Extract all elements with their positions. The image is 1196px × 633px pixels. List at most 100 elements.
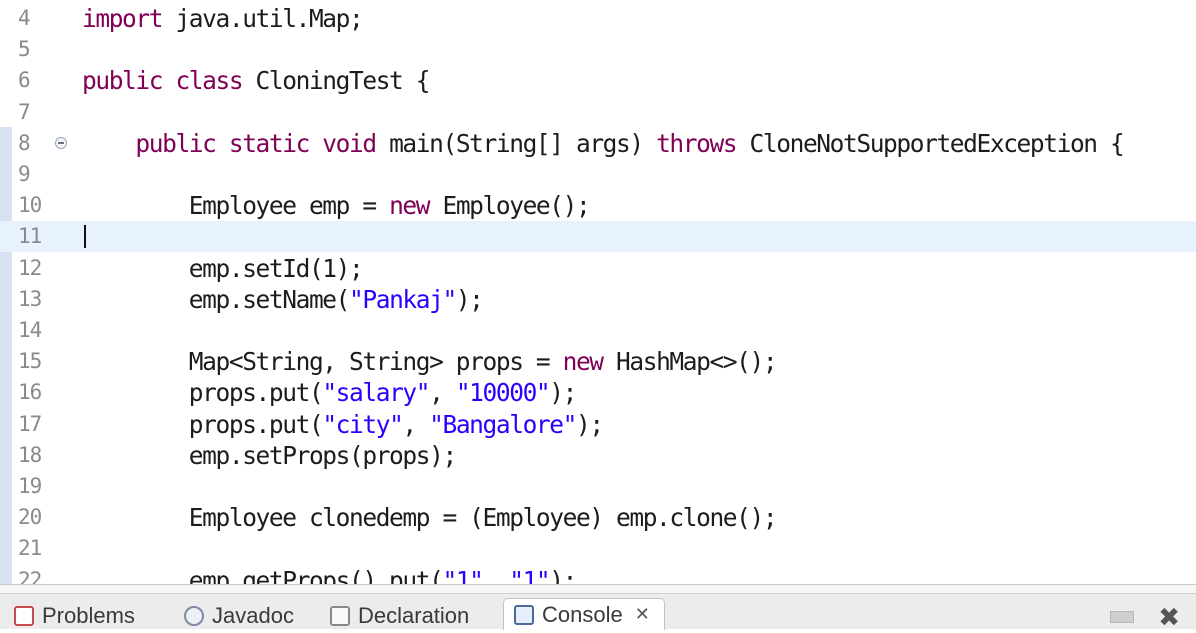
code-token: Employee emp = bbox=[82, 191, 390, 221]
code-line[interactable]: 17 props.put("city", "Bangalore"); bbox=[0, 409, 1196, 440]
code-text: public static void main(String[] args) t… bbox=[82, 128, 1125, 159]
code-token: emp.setId(1); bbox=[82, 253, 364, 283]
string-token: "salary" bbox=[322, 378, 430, 408]
code-token: CloneNotSupportedException { bbox=[736, 128, 1125, 158]
console-icon bbox=[514, 604, 534, 625]
line-number: 10 bbox=[18, 193, 42, 218]
code-token: Map<String, String> props = bbox=[82, 347, 563, 377]
code-token: ); bbox=[549, 565, 577, 584]
keyword-token: throws bbox=[656, 128, 738, 158]
string-token: "Bangalore" bbox=[429, 409, 577, 439]
line-number: 8 bbox=[18, 130, 31, 155]
line-number: 4 bbox=[18, 6, 31, 30]
tab-label: Console bbox=[542, 601, 623, 627]
close-icon[interactable]: ✕ bbox=[635, 604, 650, 625]
code-token: HashMap<>(); bbox=[602, 347, 778, 377]
keyword-token: public class bbox=[82, 66, 244, 96]
code-token: emp.getProps().put( bbox=[82, 565, 444, 584]
code-token: , bbox=[402, 409, 430, 439]
code-text: props.put("salary", "10000"); bbox=[82, 377, 578, 408]
code-token: main(String[] args) bbox=[375, 128, 657, 158]
panel-sash[interactable] bbox=[0, 585, 1196, 594]
line-number: 18 bbox=[18, 442, 42, 467]
code-line[interactable]: 4 import java.util.Map; bbox=[0, 3, 1196, 34]
line-number: 22 bbox=[18, 567, 42, 584]
problems-icon bbox=[14, 605, 34, 626]
code-line[interactable]: 16 props.put("salary", "10000"); bbox=[0, 377, 1196, 408]
code-text: Map<String, String> props = new HashMap<… bbox=[82, 346, 778, 377]
string-token: "city" bbox=[322, 409, 404, 439]
code-text: import java.util.Map; bbox=[82, 3, 364, 34]
code-text: Employee clonedemp = (Employee) emp.clon… bbox=[82, 502, 778, 533]
line-number: 21 bbox=[18, 536, 42, 561]
line-number: 19 bbox=[18, 474, 42, 498]
code-token: props.put( bbox=[82, 409, 324, 439]
line-number: 5 bbox=[18, 37, 31, 62]
line-number: 20 bbox=[18, 505, 42, 530]
code-token: , bbox=[482, 565, 510, 584]
keyword-token: import bbox=[82, 4, 164, 33]
tab-console[interactable]: Console ✕ bbox=[503, 598, 665, 630]
string-token: "1" bbox=[442, 565, 483, 584]
javadoc-icon bbox=[184, 605, 204, 626]
tab-label: Javadoc bbox=[212, 602, 294, 628]
code-line[interactable]: 7 bbox=[0, 97, 1196, 128]
code-line[interactable]: 15 Map<String, String> props = new HashM… bbox=[0, 346, 1196, 377]
line-number: 13 bbox=[18, 286, 42, 311]
keyword-token: new bbox=[562, 347, 604, 377]
code-line[interactable]: 14 bbox=[0, 315, 1196, 346]
code-line[interactable]: 5 bbox=[0, 34, 1196, 65]
string-token: "1" bbox=[509, 565, 550, 584]
code-text: emp.getProps().put("1", "1"); bbox=[82, 565, 578, 584]
line-number: 11 bbox=[18, 224, 42, 249]
code-token: props.put( bbox=[82, 378, 324, 408]
code-token: CloningTest { bbox=[242, 66, 431, 96]
code-text: public class CloningTest { bbox=[82, 65, 431, 96]
keyword-token: public static void bbox=[135, 128, 377, 158]
code-line[interactable]: 21 bbox=[0, 533, 1196, 564]
code-token: emp.setName( bbox=[82, 284, 351, 314]
code-text: Employee emp = new Employee(); bbox=[82, 190, 591, 221]
keyword-token: new bbox=[389, 191, 430, 221]
code-token: ); bbox=[455, 284, 484, 314]
tab-label: Problems bbox=[42, 602, 135, 628]
line-number: 14 bbox=[18, 318, 42, 342]
code-token: ); bbox=[549, 378, 577, 408]
code-line[interactable]: 6 public class CloningTest { bbox=[0, 65, 1196, 96]
code-text: emp.setProps(props); bbox=[82, 440, 457, 471]
current-line[interactable]: 11 bbox=[0, 221, 1196, 253]
code-line[interactable]: 22 emp.getProps().put("1", "1"); bbox=[0, 565, 1196, 584]
panel-tools-icon[interactable]: ✖ bbox=[1158, 603, 1180, 633]
line-number: 7 bbox=[18, 99, 31, 124]
declaration-icon bbox=[330, 605, 350, 626]
line-number: 6 bbox=[18, 68, 31, 93]
line-number: 12 bbox=[18, 255, 42, 280]
code-line[interactable]: 19 bbox=[0, 471, 1196, 502]
line-number: 9 bbox=[18, 162, 31, 186]
code-text: emp.setId(1); bbox=[82, 253, 364, 284]
code-line[interactable]: 13 emp.setName("Pankaj"); bbox=[0, 284, 1196, 315]
tab-label: Declaration bbox=[358, 602, 470, 628]
code-text: props.put("city", "Bangalore"); bbox=[82, 409, 604, 440]
code-token: emp.setProps(props); bbox=[82, 440, 457, 470]
code-line[interactable]: 8 public static void main(String[] args)… bbox=[0, 128, 1196, 159]
line-number: 15 bbox=[18, 349, 42, 374]
bottom-panel: Problems Javadoc Declaration Console ✕ ✖ bbox=[0, 584, 1196, 633]
tab-javadoc[interactable]: Javadoc bbox=[184, 602, 294, 629]
code-line[interactable]: 10 Employee emp = new Employee(); bbox=[0, 190, 1196, 221]
fold-collapse-icon[interactable] bbox=[55, 136, 67, 149]
code-line[interactable]: 20 Employee clonedemp = (Employee) emp.c… bbox=[0, 502, 1196, 533]
code-editor[interactable]: 4 import java.util.Map; 5 6 public class Clo… bbox=[0, 0, 1196, 584]
code-token: Employee clonedemp = (Employee) emp.clon… bbox=[82, 503, 778, 533]
code-line[interactable]: 18 emp.setProps(props); bbox=[0, 440, 1196, 471]
text-caret bbox=[84, 225, 86, 249]
tab-problems[interactable]: Problems bbox=[14, 602, 135, 629]
line-number: 17 bbox=[18, 411, 42, 436]
code-line[interactable]: 9 bbox=[0, 159, 1196, 190]
line-number: 16 bbox=[18, 380, 42, 405]
minimize-panel-button[interactable] bbox=[1110, 611, 1134, 623]
tab-declaration[interactable]: Declaration bbox=[330, 602, 469, 629]
code-line[interactable]: 12 emp.setId(1); bbox=[0, 253, 1196, 284]
code-token: ); bbox=[575, 409, 604, 439]
